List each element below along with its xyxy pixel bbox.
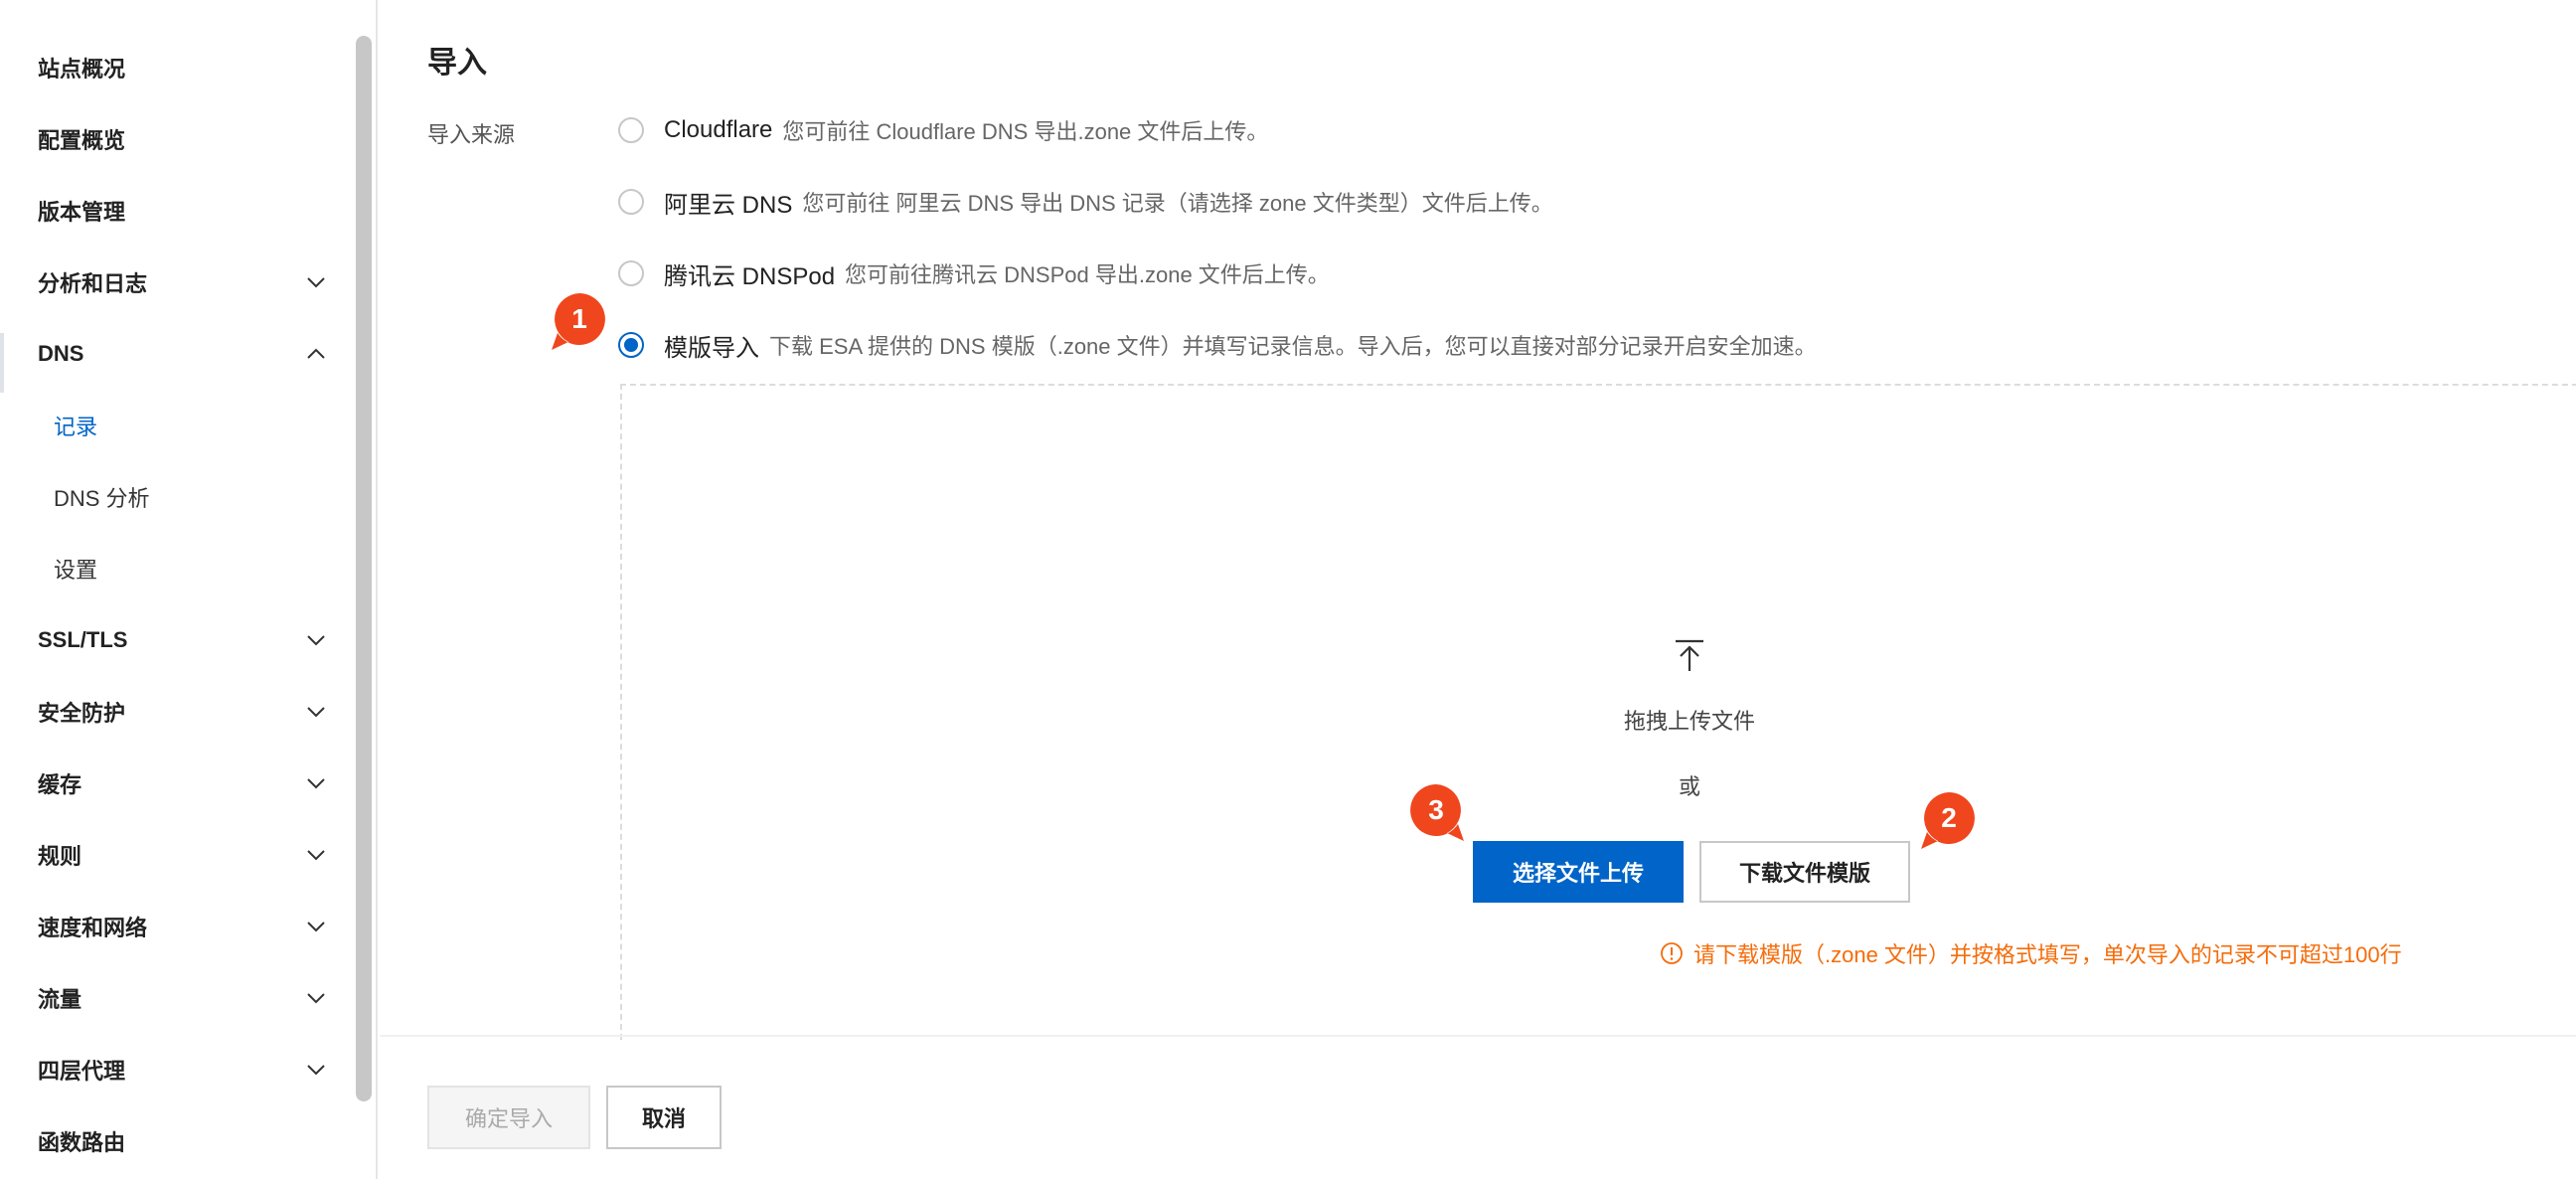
radio-option-tencent-dnspod[interactable]: 腾讯云 DNSPod 您可前往腾讯云 DNSPod 导出.zone 文件后上传。	[618, 255, 1330, 291]
sidebar: 站点概况 配置概览 版本管理 分析和日志 DNS 记录 DNS 分析 设置 SS…	[0, 0, 348, 1179]
sidebar-scrollbar-thumb[interactable]	[356, 36, 372, 1101]
radio-button[interactable]	[618, 189, 644, 215]
radio-option-template-import[interactable]: 模版导入 下载 ESA 提供的 DNS 模版（.zone 文件）并填写记录信息。…	[618, 327, 1817, 363]
sidebar-item-label: 规则	[38, 844, 82, 869]
drag-upload-text: 拖拽上传文件	[1623, 709, 1755, 734]
sidebar-item-label: 分析和日志	[38, 271, 148, 296]
sidebar-item-ssl-tls[interactable]: SSL/TLS	[38, 620, 328, 660]
option-description: 下载 ESA 提供的 DNS 模版（.zone 文件）并填写记录信息。导入后，您…	[769, 334, 1817, 359]
chevron-down-icon	[304, 700, 328, 724]
step-badge-number: 2	[1941, 802, 1957, 833]
sidebar-item-function-routes[interactable]: 函数路由	[38, 1121, 328, 1161]
sidebar-item-layer4-proxy[interactable]: 四层代理	[38, 1050, 328, 1090]
sidebar-item-speed-network[interactable]: 速度和网络	[38, 907, 328, 946]
sidebar-item-rules[interactable]: 规则	[38, 835, 328, 875]
sidebar-item-label: DNS	[38, 341, 84, 366]
cancel-button[interactable]: 取消	[606, 1086, 722, 1149]
select-file-upload-button[interactable]: 选择文件上传	[1473, 841, 1684, 903]
step-badge-1: 1	[549, 290, 610, 352]
chevron-down-icon	[304, 915, 328, 938]
sidebar-item-label: 速度和网络	[38, 916, 148, 940]
sidebar-item-dns-analytics[interactable]: DNS 分析	[54, 477, 328, 517]
sidebar-item-label: 流量	[38, 987, 82, 1012]
sidebar-item-traffic[interactable]: 流量	[38, 978, 328, 1018]
sidebar-item-label: 版本管理	[38, 200, 126, 225]
sidebar-item-label: 四层代理	[38, 1059, 126, 1084]
sidebar-item-site-overview[interactable]: 站点概况	[38, 48, 328, 87]
option-name: 腾讯云 DNSPod	[664, 262, 836, 290]
option-description: 您可前往 Cloudflare DNS 导出.zone 文件后上传。	[782, 119, 1269, 144]
sidebar-item-label: 函数路由	[38, 1130, 126, 1155]
sidebar-item-label: 设置	[54, 558, 98, 583]
chevron-down-icon	[304, 1058, 328, 1082]
sidebar-item-label: 记录	[54, 415, 98, 439]
hint-text: 请下载模版（.zone 文件）并按格式填写，单次导入的记录不可超过100行	[1693, 942, 2402, 967]
step-badge-2: 2	[1918, 789, 1980, 851]
or-text: 或	[1678, 774, 1700, 799]
sidebar-item-label: 配置概览	[38, 128, 126, 153]
chevron-down-icon	[304, 843, 328, 867]
sidebar-item-config-overview[interactable]: 配置概览	[38, 119, 328, 159]
chevron-down-icon	[304, 986, 328, 1010]
step-badge-3: 3	[1405, 781, 1467, 843]
option-description: 您可前往腾讯云 DNSPod 导出.zone 文件后上传。	[845, 262, 1330, 287]
chevron-up-icon	[304, 342, 328, 366]
warning-icon	[1660, 941, 1684, 965]
chevron-down-icon	[304, 771, 328, 795]
radio-option-aliyun-dns[interactable]: 阿里云 DNS 您可前往 阿里云 DNS 导出 DNS 记录（请选择 zone …	[618, 184, 1553, 220]
sidebar-item-dns-records[interactable]: 记录	[54, 406, 328, 445]
radio-button[interactable]	[618, 117, 644, 143]
sidebar-item-dns[interactable]: DNS	[38, 334, 328, 374]
sidebar-item-label: SSL/TLS	[38, 627, 128, 652]
option-name: 阿里云 DNS	[664, 191, 793, 219]
option-description: 您可前往 阿里云 DNS 导出 DNS 记录（请选择 zone 文件类型）文件后…	[802, 191, 1553, 216]
sidebar-item-security[interactable]: 安全防护	[38, 692, 328, 732]
sidebar-item-dns-settings[interactable]: 设置	[54, 549, 328, 589]
radio-button[interactable]	[618, 260, 644, 286]
option-name: Cloudflare	[664, 116, 773, 143]
step-badge-number: 3	[1428, 794, 1444, 825]
upload-icon	[1672, 637, 1707, 673]
page-title: 导入	[427, 47, 487, 80]
confirm-import-button[interactable]: 确定导入	[427, 1086, 590, 1149]
sidebar-active-marker	[0, 333, 4, 393]
sidebar-item-version-management[interactable]: 版本管理	[38, 191, 328, 231]
sidebar-item-cache[interactable]: 缓存	[38, 763, 328, 803]
import-panel: 导入 导入来源 Cloudflare 您可前往 Cloudflare DNS 导…	[380, 0, 2576, 1179]
footer-divider	[380, 1035, 2576, 1037]
chevron-down-icon	[304, 628, 328, 652]
download-template-button[interactable]: 下载文件模版	[1699, 841, 1910, 903]
sidebar-item-label: 站点概况	[38, 57, 126, 82]
sidebar-item-label: DNS 分析	[54, 486, 150, 511]
upload-hint: 请下载模版（.zone 文件）并按格式填写，单次导入的记录不可超过100行	[1660, 937, 2402, 969]
step-badge-number: 1	[571, 303, 587, 334]
sidebar-item-analytics-logs[interactable]: 分析和日志	[38, 262, 328, 302]
import-source-label: 导入来源	[427, 122, 516, 147]
option-name: 模版导入	[664, 334, 759, 362]
radio-button-checked[interactable]	[618, 332, 644, 358]
chevron-down-icon	[304, 270, 328, 294]
sidebar-item-label: 缓存	[38, 772, 82, 797]
sidebar-item-label: 安全防护	[38, 701, 126, 726]
radio-option-cloudflare[interactable]: Cloudflare 您可前往 Cloudflare DNS 导出.zone 文…	[618, 112, 1268, 148]
